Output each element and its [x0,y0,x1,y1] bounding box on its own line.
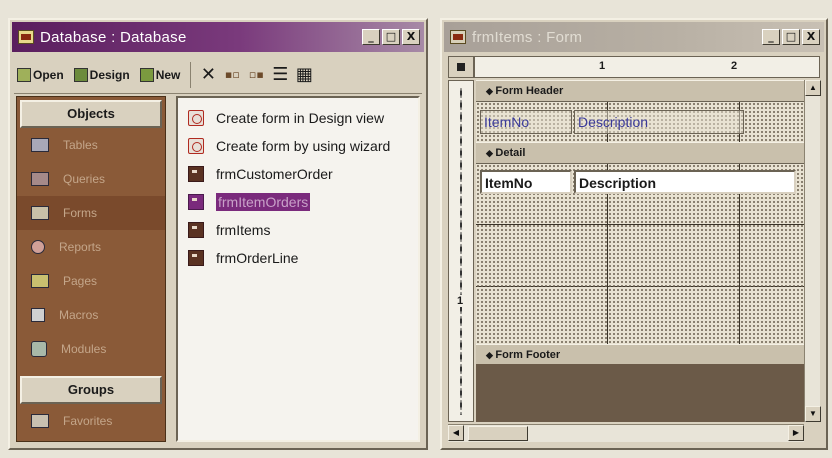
report-icon [31,240,45,254]
object-reports[interactable]: Reports [17,230,165,264]
form-icon [188,222,204,238]
open-button[interactable]: Open [14,61,67,89]
scroll-thumb[interactable] [468,426,528,441]
close-button[interactable]: X [802,29,820,45]
ruler-number: 1 [599,60,606,72]
form-design-area: Form Header ItemNo Description Detail It… [476,80,804,422]
new-button[interactable]: New [137,61,184,89]
form-footer-area [476,364,804,422]
description-header-label[interactable]: Description [574,110,744,134]
vertical-ruler[interactable]: 1 [448,80,474,422]
form-title: frmItems : Form [472,28,583,46]
object-queries[interactable]: Queries [17,162,165,196]
details-view-icon[interactable]: ▦ [294,64,314,85]
minimize-button[interactable]: _ [362,29,380,45]
small-icons-icon[interactable]: ▫▪ [246,68,266,81]
ruler-number: 1 [457,295,464,307]
database-toolbar: Open Design New ✕ ▪▫ ▫▪ ☰ ▦ [14,56,422,94]
object-macros[interactable]: Macros [17,298,165,332]
database-icon [18,30,34,44]
detail-bar[interactable]: Detail [476,142,804,164]
table-icon [31,138,49,152]
horizontal-ruler[interactable]: 1 2 [474,56,820,78]
objects-header[interactable]: Objects [20,100,162,128]
form-footer-bar[interactable]: Form Footer [476,344,804,366]
maximize-button[interactable]: □ [382,29,400,45]
list-view-icon[interactable]: ☰ [270,64,290,85]
itemno-header-label[interactable]: ItemNo [480,110,572,134]
page-icon [31,274,49,288]
object-forms[interactable]: Forms [17,196,165,230]
scroll-down-icon[interactable]: ▼ [805,406,821,422]
object-tables[interactable]: Tables [17,128,165,162]
groups-header[interactable]: Groups [20,376,162,404]
vertical-scrollbar[interactable]: ▲ ▼ [804,80,821,422]
objects-bar: Objects Tables Queries Forms Reports Pag… [16,96,166,442]
form-titlebar[interactable]: frmItems : Form _ □ X [444,22,824,52]
object-pages[interactable]: Pages [17,264,165,298]
objects-list: Create form in Design view Create form b… [176,96,420,442]
list-item[interactable]: frmOrderLine [178,244,418,272]
scroll-right-icon[interactable]: ▶ [788,425,804,441]
horizontal-scrollbar[interactable]: ◀ ▶ [448,424,804,442]
form-icon [188,166,204,182]
toolbar-separator [190,61,192,88]
list-item[interactable]: Create form in Design view [178,104,418,132]
form-design-window: frmItems : Form _ □ X 1 2 1 Form Header … [440,18,828,450]
object-modules[interactable]: Modules [17,332,165,366]
wizard-icon [188,138,204,154]
scroll-left-icon[interactable]: ◀ [448,425,464,441]
list-item[interactable]: frmItems [178,216,418,244]
list-item-selected[interactable]: frmItemOrders [178,188,418,216]
form-icon [188,194,204,210]
favorites-icon [31,414,49,428]
design-button[interactable]: Design [71,61,133,89]
query-icon [31,172,49,186]
form-header-grid[interactable]: ItemNo Description [476,102,804,142]
module-icon [31,341,47,357]
wizard-icon [188,110,204,126]
new-icon [139,67,154,82]
delete-icon[interactable]: ✕ [198,64,218,85]
horizontal-ruler-row: 1 2 [448,56,820,78]
database-window: Database : Database _ □ X Open Design Ne… [8,18,428,450]
form-icon [450,30,466,44]
database-title: Database : Database [40,28,187,46]
minimize-button[interactable]: _ [762,29,780,45]
open-icon [17,67,31,82]
form-header-bar[interactable]: Form Header [476,80,804,102]
group-favorites[interactable]: Favorites [17,404,165,438]
form-icon [188,250,204,266]
list-item[interactable]: frmCustomerOrder [178,160,418,188]
itemno-field[interactable]: ItemNo [480,170,572,194]
scroll-up-icon[interactable]: ▲ [805,80,821,96]
macro-icon [31,308,45,322]
database-titlebar[interactable]: Database : Database _ □ X [12,22,424,52]
form-icon [31,206,49,220]
design-icon [73,67,88,82]
ruler-number: 2 [731,60,738,72]
list-item[interactable]: Create form by using wizard [178,132,418,160]
large-icons-icon[interactable]: ▪▫ [222,68,242,81]
detail-grid[interactable]: ItemNo Description [476,164,804,344]
close-button[interactable]: X [402,29,420,45]
maximize-button[interactable]: □ [782,29,800,45]
form-selector[interactable] [448,56,474,78]
description-field[interactable]: Description [574,170,796,194]
